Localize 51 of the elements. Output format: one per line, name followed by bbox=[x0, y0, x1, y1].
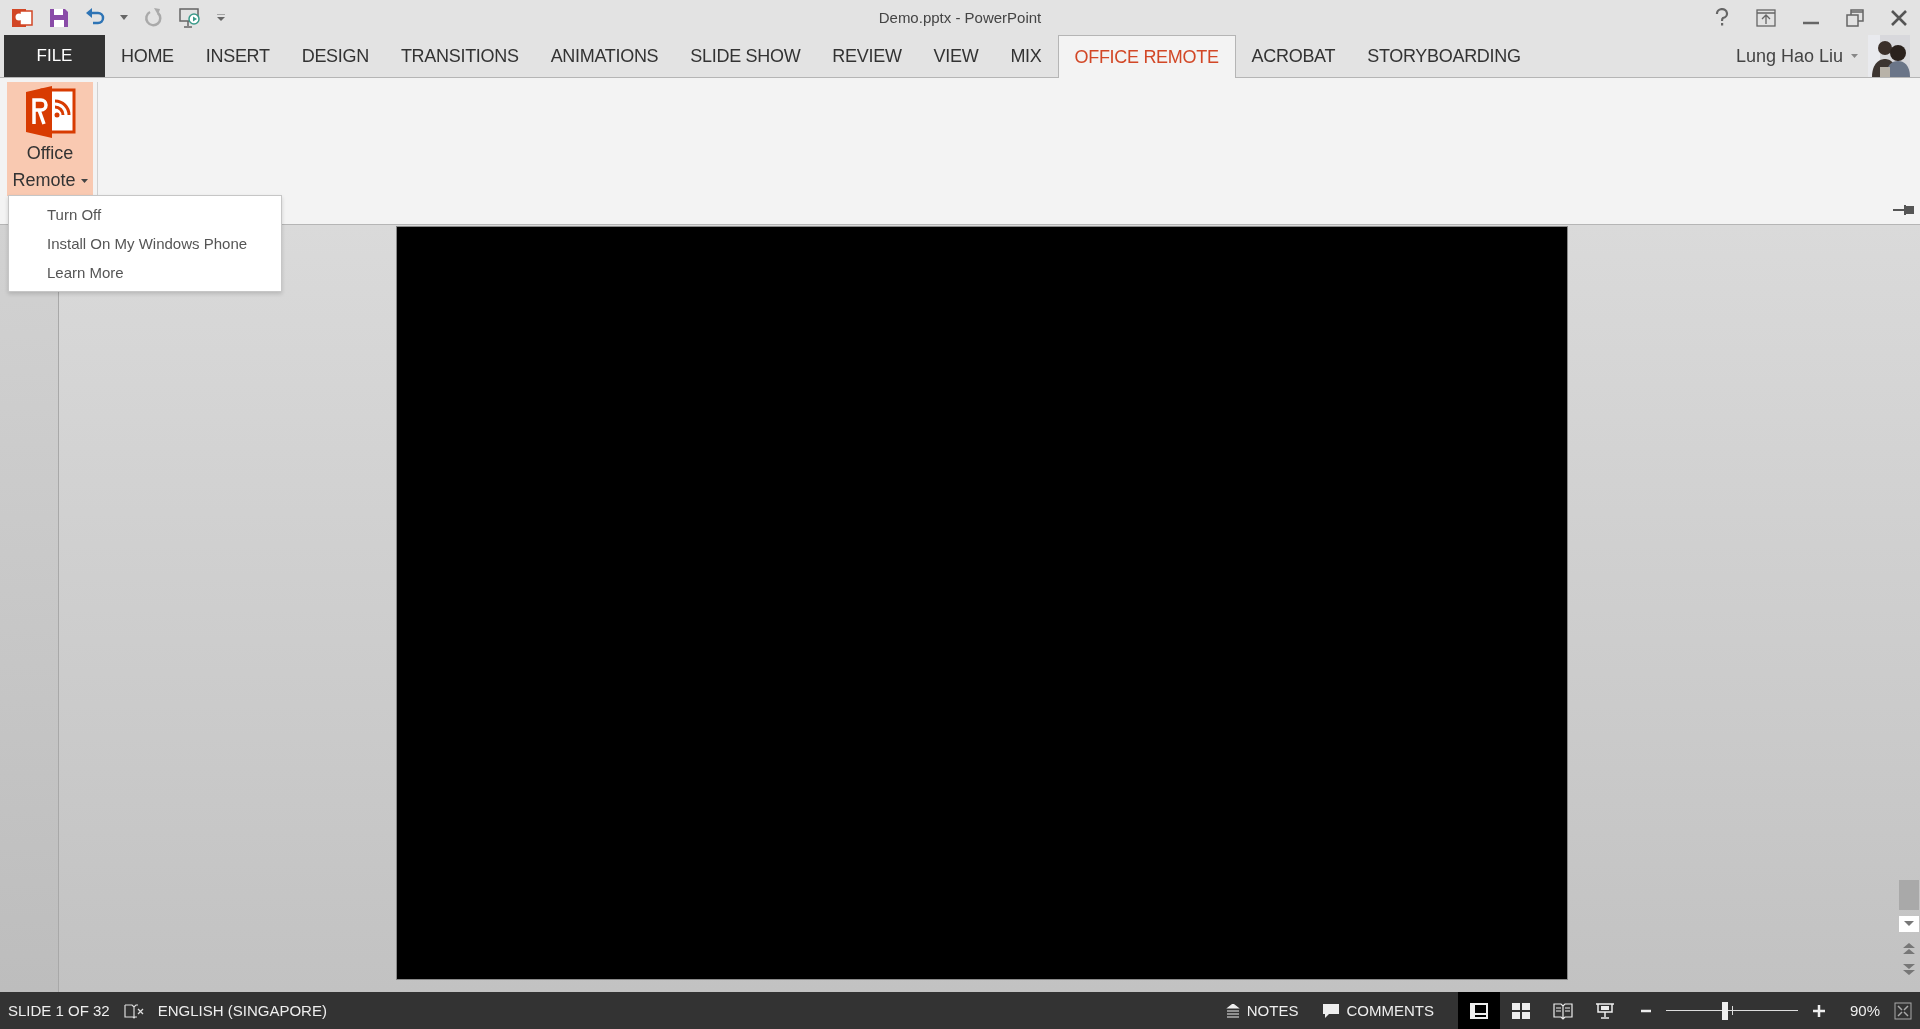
caret-icon[interactable] bbox=[120, 14, 128, 21]
next-slide-icon[interactable] bbox=[1902, 962, 1916, 976]
pin-icon[interactable] bbox=[1892, 202, 1914, 218]
scroll-down-icon[interactable] bbox=[1899, 916, 1919, 932]
restore-icon[interactable] bbox=[1846, 8, 1864, 27]
ribbon-tab[interactable]: DESIGN bbox=[285, 35, 385, 78]
previous-slide-icon[interactable] bbox=[1902, 942, 1916, 956]
help-icon[interactable] bbox=[1714, 7, 1730, 28]
comment-icon[interactable] bbox=[1322, 1002, 1341, 1019]
ribbon-tab[interactable]: VIEW bbox=[917, 35, 995, 78]
account-name[interactable]: Lung Hao Liu bbox=[1735, 45, 1843, 67]
projector-screen-icon[interactable] bbox=[1594, 1001, 1615, 1020]
ribbon-tab[interactable]: ACROBAT bbox=[1235, 35, 1352, 78]
comments-button[interactable]: COMMENTS bbox=[1322, 1002, 1434, 1019]
ribbon-tab[interactable]: SLIDE SHOW bbox=[674, 35, 817, 78]
ribbon-tab[interactable]: MIX bbox=[994, 35, 1058, 78]
ribbon-tab[interactable]: OFFICE REMOTE bbox=[1057, 35, 1236, 79]
normal-view-icon[interactable] bbox=[1468, 1001, 1489, 1020]
menu-item[interactable]: Install On My Windows Phone bbox=[9, 229, 281, 258]
language-indicator[interactable]: ENGLISH (SINGAPORE) bbox=[157, 1002, 327, 1019]
book-check-icon[interactable] bbox=[123, 1002, 144, 1019]
zoom-level[interactable]: 90% bbox=[1849, 1002, 1880, 1019]
grid-icon[interactable] bbox=[1510, 1001, 1531, 1020]
scrollbar-thumb[interactable] bbox=[1899, 880, 1919, 910]
window-title: Demo.pptx - PowerPoint bbox=[878, 9, 1042, 27]
menu-item[interactable]: Learn More bbox=[9, 258, 281, 287]
ribbon-tab[interactable]: ANIMATIONS bbox=[534, 35, 675, 78]
file-tab[interactable]: FILE bbox=[4, 35, 105, 78]
ribbon-tab[interactable]: INSERT bbox=[189, 35, 286, 78]
notes-icon[interactable] bbox=[1224, 1003, 1241, 1018]
normal-view-button[interactable] bbox=[1457, 991, 1500, 1029]
presentation-icon[interactable] bbox=[178, 6, 202, 29]
ribbon-tab[interactable]: HOME bbox=[105, 35, 190, 78]
zoom-slider-thumb[interactable] bbox=[1722, 1001, 1729, 1020]
ribbon-tab[interactable]: TRANSITIONS bbox=[384, 35, 535, 78]
zoom-in-icon[interactable] bbox=[1811, 1003, 1826, 1018]
notes-button[interactable]: NOTES bbox=[1224, 1002, 1299, 1019]
book-icon[interactable] bbox=[1552, 1001, 1573, 1020]
ribbon-tab[interactable]: REVIEW bbox=[816, 35, 918, 78]
slide-counter: SLIDE 1 OF 32 bbox=[8, 1002, 110, 1019]
save-icon[interactable] bbox=[48, 6, 70, 29]
caret-icon[interactable] bbox=[80, 179, 88, 185]
caret-icon[interactable] bbox=[1851, 53, 1858, 59]
menu-item[interactable]: Turn Off bbox=[9, 200, 281, 229]
close-icon[interactable] bbox=[1890, 8, 1908, 27]
zoom-slider[interactable] bbox=[1665, 1001, 1798, 1020]
ribbon-tab[interactable]: STORYBOARDING bbox=[1351, 35, 1537, 78]
customize-caret-icon[interactable] bbox=[216, 13, 226, 22]
ribbon-display-icon[interactable] bbox=[1756, 8, 1776, 27]
office-remote-button[interactable]: Office Remote bbox=[7, 82, 93, 197]
fit-to-window-icon[interactable] bbox=[1894, 1001, 1912, 1020]
